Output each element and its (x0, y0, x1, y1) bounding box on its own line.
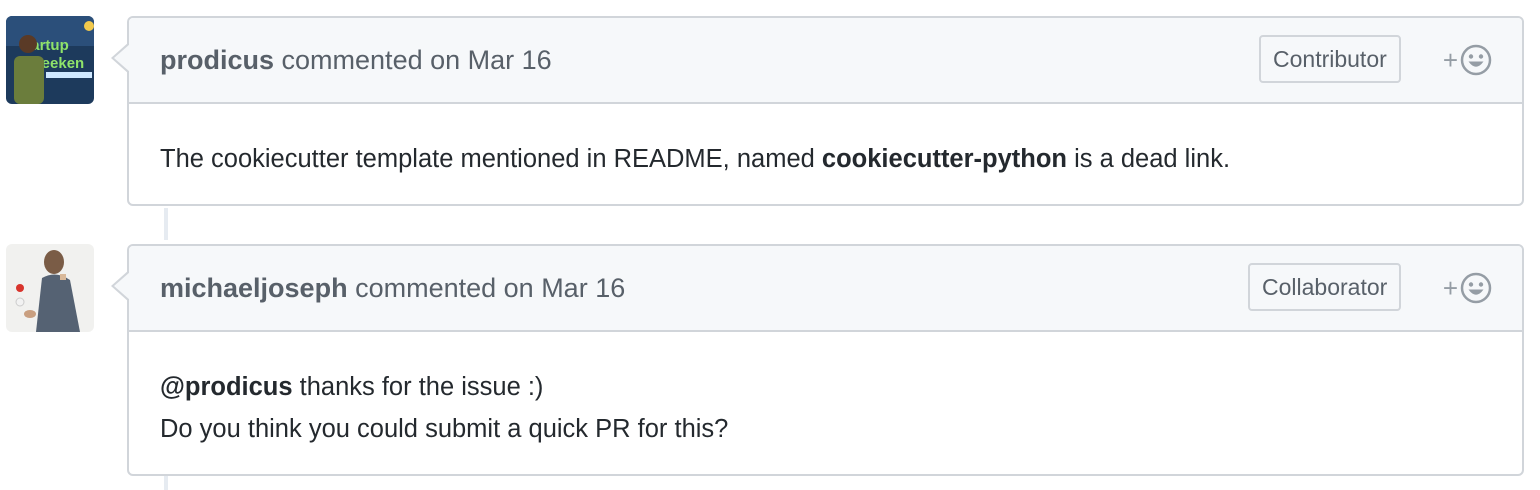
smiley-icon (1460, 272, 1492, 304)
author-link[interactable]: prodicus (160, 45, 274, 75)
add-reaction-button[interactable]: + (1443, 44, 1492, 76)
avatar-image: artup Weeken (6, 16, 94, 104)
role-badge: Collaborator (1248, 263, 1402, 311)
comment-header: prodicus commented on Mar 16 Contributor… (111, 18, 1522, 104)
smiley-icon (1460, 44, 1492, 76)
comment-header-text: michaeljoseph commented on Mar 16 (160, 246, 625, 330)
timeline-connector (164, 476, 168, 490)
add-reaction-button[interactable]: + (1443, 272, 1492, 304)
comment-body: @prodicus thanks for the issue :) Do you… (129, 332, 1522, 450)
plus-icon: + (1442, 273, 1458, 303)
role-badge: Contributor (1259, 35, 1401, 83)
comment-timestamp[interactable]: commented on Mar 16 (282, 45, 552, 75)
comment-item: michaeljoseph commented on Mar 16 Collab… (0, 244, 1540, 476)
author-link[interactable]: michaeljoseph (160, 273, 348, 303)
user-mention-link[interactable]: @prodicus (160, 373, 293, 401)
comment-line: @prodicus thanks for the issue :) (160, 373, 544, 401)
comment-item: artup Weeken prodicus commented on Mar 1… (0, 16, 1540, 206)
comment-line: Do you think you could submit a quick PR… (160, 415, 729, 443)
avatar-image (6, 244, 94, 332)
comment-box: michaeljoseph commented on Mar 16 Collab… (111, 244, 1524, 476)
comment-box: prodicus commented on Mar 16 Contributor… (111, 16, 1524, 206)
svg-text:artup: artup (31, 37, 69, 54)
avatar[interactable]: artup Weeken (6, 16, 94, 104)
comment-header: michaeljoseph commented on Mar 16 Collab… (111, 246, 1522, 332)
repo-name: cookiecutter-python (821, 145, 1068, 173)
comment-body: The cookiecutter template mentioned in R… (160, 145, 1231, 173)
comment-timestamp[interactable]: commented on Mar 16 (355, 273, 625, 303)
plus-icon: + (1442, 45, 1458, 75)
discussion-timeline: artup Weeken prodicus commented on Mar 1… (0, 0, 1540, 490)
timeline-connector (164, 208, 168, 240)
avatar[interactable] (6, 244, 94, 332)
comment-header-text: prodicus commented on Mar 16 (160, 18, 552, 102)
